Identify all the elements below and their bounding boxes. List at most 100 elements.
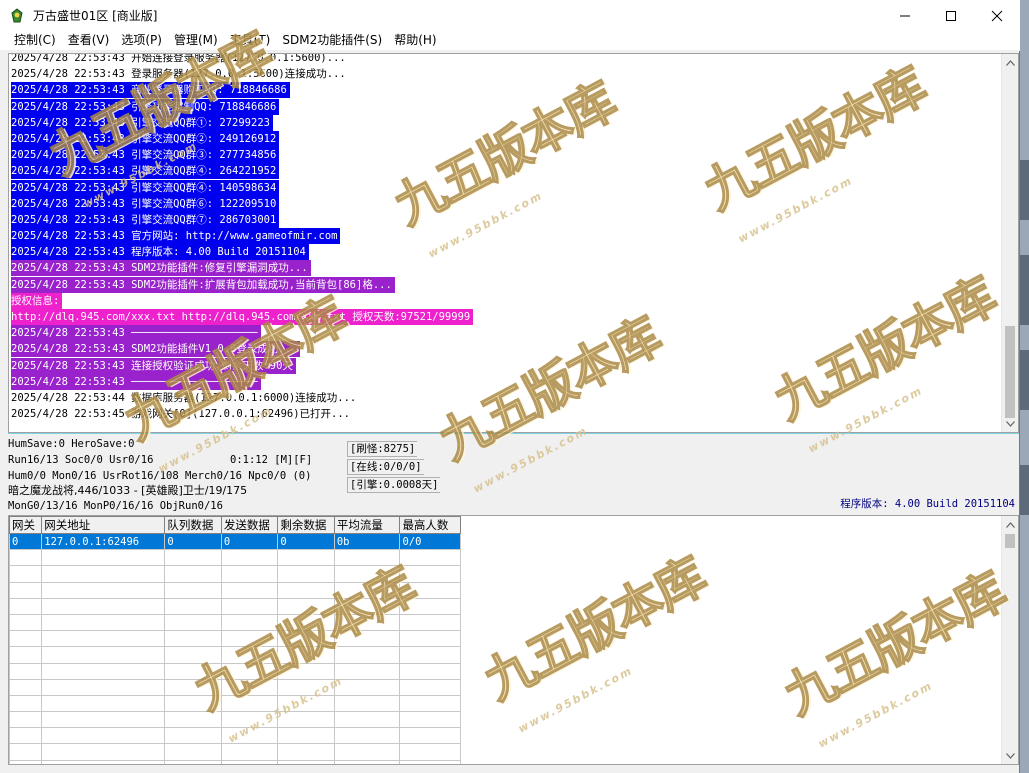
column-header[interactable]: 队列数据 xyxy=(164,516,222,534)
table-row[interactable]: 0 127.0.0.1:62496 0 0 0 0b 0/0 xyxy=(9,532,461,551)
column-header[interactable]: 平均流量 xyxy=(333,516,401,534)
log-line: 授权信息: xyxy=(11,292,1001,309)
table-cell xyxy=(41,711,166,729)
log-line: 2025/4/28 22:53:43 引擎交流QQ群⑦: 286703001 xyxy=(11,211,1001,228)
table-cell xyxy=(220,549,279,567)
table-cell xyxy=(277,581,335,599)
table-cell xyxy=(277,549,335,567)
column-header[interactable]: 网关地址 xyxy=(41,516,166,534)
table-cell xyxy=(277,711,335,729)
table-cell xyxy=(277,694,335,713)
status-time: 0:1:12 [M][F] xyxy=(230,454,313,466)
table-cell xyxy=(277,743,335,761)
log-line: 2025/4/28 22:53:43 程序版本: 4.00 Build 2015… xyxy=(11,244,1001,261)
scroll-up-icon[interactable] xyxy=(1002,54,1018,71)
version-label: 程序版本: 4.00 Build 20151104 xyxy=(840,498,1015,510)
table-cell xyxy=(9,646,43,664)
table-cell xyxy=(399,743,461,761)
table-row-empty[interactable] xyxy=(9,646,461,664)
table-cell xyxy=(164,759,222,764)
status-save: HumSave:0 HeroSave:0 xyxy=(8,438,135,450)
table-cell xyxy=(277,630,335,648)
app-window: 万古盛世01区 [商业版] 控制(C) 查看(V) 选项(P) 管理(M) 工具… xyxy=(0,0,1020,773)
table-row-empty[interactable] xyxy=(9,549,461,567)
table-row-empty[interactable] xyxy=(9,613,461,632)
table-cell xyxy=(220,743,279,761)
table-cell xyxy=(220,646,279,664)
table-row-empty[interactable] xyxy=(9,662,461,680)
column-header[interactable]: 网关 xyxy=(9,516,43,534)
table-row-empty[interactable] xyxy=(9,597,461,615)
title-bar[interactable]: 万古盛世01区 [商业版] xyxy=(0,0,1020,31)
gateway-table: 网关 网关地址 队列数据 发送数据 剩余数据 平均流量 最高人数 0 127.0.0.1:62… xyxy=(9,516,461,764)
table-cell: 0 xyxy=(277,532,335,551)
table-row-empty[interactable] xyxy=(9,581,461,599)
table-cell xyxy=(9,662,43,680)
table-cell xyxy=(220,727,279,745)
minimize-icon xyxy=(900,15,910,16)
column-header[interactable]: 最高人数 xyxy=(399,516,461,534)
table-cell xyxy=(41,565,166,583)
table-scroll-down-icon[interactable] xyxy=(1002,747,1018,764)
menu-manage[interactable]: 管理(M) xyxy=(168,31,224,50)
log-line-text: 2025/4/28 22:53:43 SDM2功能插件:扩展背包加载成功,当前背… xyxy=(11,276,395,293)
log-scroll-thumb[interactable] xyxy=(1005,326,1015,418)
menu-help[interactable]: 帮助(H) xyxy=(388,31,442,50)
table-row-empty[interactable] xyxy=(9,694,461,713)
table-cell xyxy=(220,630,279,648)
status-run: Run16/13 Soc0/0 Usr0/16 xyxy=(8,454,154,466)
table-row-empty[interactable] xyxy=(9,711,461,729)
table-cell xyxy=(399,694,461,713)
table-cell xyxy=(399,727,461,745)
table-cell: 0 xyxy=(220,532,279,551)
table-cell xyxy=(41,581,166,599)
table-cell xyxy=(333,613,401,632)
menu-options[interactable]: 选项(P) xyxy=(115,31,168,50)
table-scrollbar[interactable] xyxy=(1001,516,1018,764)
table-cell xyxy=(9,678,43,696)
table-scroll-thumb[interactable] xyxy=(1005,534,1015,548)
table-cell xyxy=(164,597,222,615)
menu-view[interactable]: 查看(V) xyxy=(62,31,116,50)
table-cell xyxy=(333,678,401,696)
log-line-text: 授权信息: xyxy=(11,292,63,309)
table-cell xyxy=(9,613,43,632)
table-cell xyxy=(277,678,335,696)
minimize-button[interactable] xyxy=(882,0,928,31)
table-cell xyxy=(9,565,43,583)
log-line-text: 2025/4/28 22:53:43 引擎功能定制QQ: 718846686 xyxy=(11,98,280,115)
table-cell xyxy=(41,759,166,764)
table-cell xyxy=(333,597,401,615)
table-cell xyxy=(41,678,166,696)
table-row-empty[interactable] xyxy=(9,565,461,583)
table-cell xyxy=(333,727,401,745)
menu-sdm2-plugin[interactable]: SDM2功能插件(S) xyxy=(276,31,388,50)
menu-control[interactable]: 控制(C) xyxy=(8,31,62,50)
app-icon xyxy=(9,7,25,24)
log-line: 2025/4/28 22:53:43 引擎交流QQ群①: 27299223 xyxy=(11,114,1001,131)
table-cell: 127.0.0.1:62496 xyxy=(41,532,166,551)
table-cell xyxy=(333,759,401,764)
log-scrollbar[interactable] xyxy=(1001,54,1018,432)
log-panel[interactable]: 2025/4/28 22:53:43 开始连接登录服务器(127.0.0.1:5… xyxy=(8,53,1019,433)
table-cell xyxy=(399,759,461,764)
table-scroll-up-icon[interactable] xyxy=(1002,516,1018,533)
scroll-down-icon[interactable] xyxy=(1002,415,1018,432)
table-row-empty[interactable] xyxy=(9,630,461,648)
table-cell xyxy=(220,759,279,764)
column-header[interactable]: 剩余数据 xyxy=(277,516,335,534)
table-row-empty[interactable] xyxy=(9,743,461,761)
close-button[interactable] xyxy=(974,0,1020,31)
table-cell xyxy=(220,678,279,696)
table-cell xyxy=(333,711,401,729)
table-row-empty[interactable] xyxy=(9,759,461,764)
table-row-empty[interactable] xyxy=(9,678,461,696)
log-line: 2025/4/28 22:53:43 商业登录器购买QQ: 718846686 xyxy=(11,82,1001,99)
column-header[interactable]: 发送数据 xyxy=(220,516,279,534)
table-cell xyxy=(399,630,461,648)
maximize-button[interactable] xyxy=(928,0,974,31)
menu-tools[interactable]: 工具(T) xyxy=(224,31,277,50)
table-cell xyxy=(41,646,166,664)
table-cell xyxy=(164,646,222,664)
table-row-empty[interactable] xyxy=(9,727,461,745)
